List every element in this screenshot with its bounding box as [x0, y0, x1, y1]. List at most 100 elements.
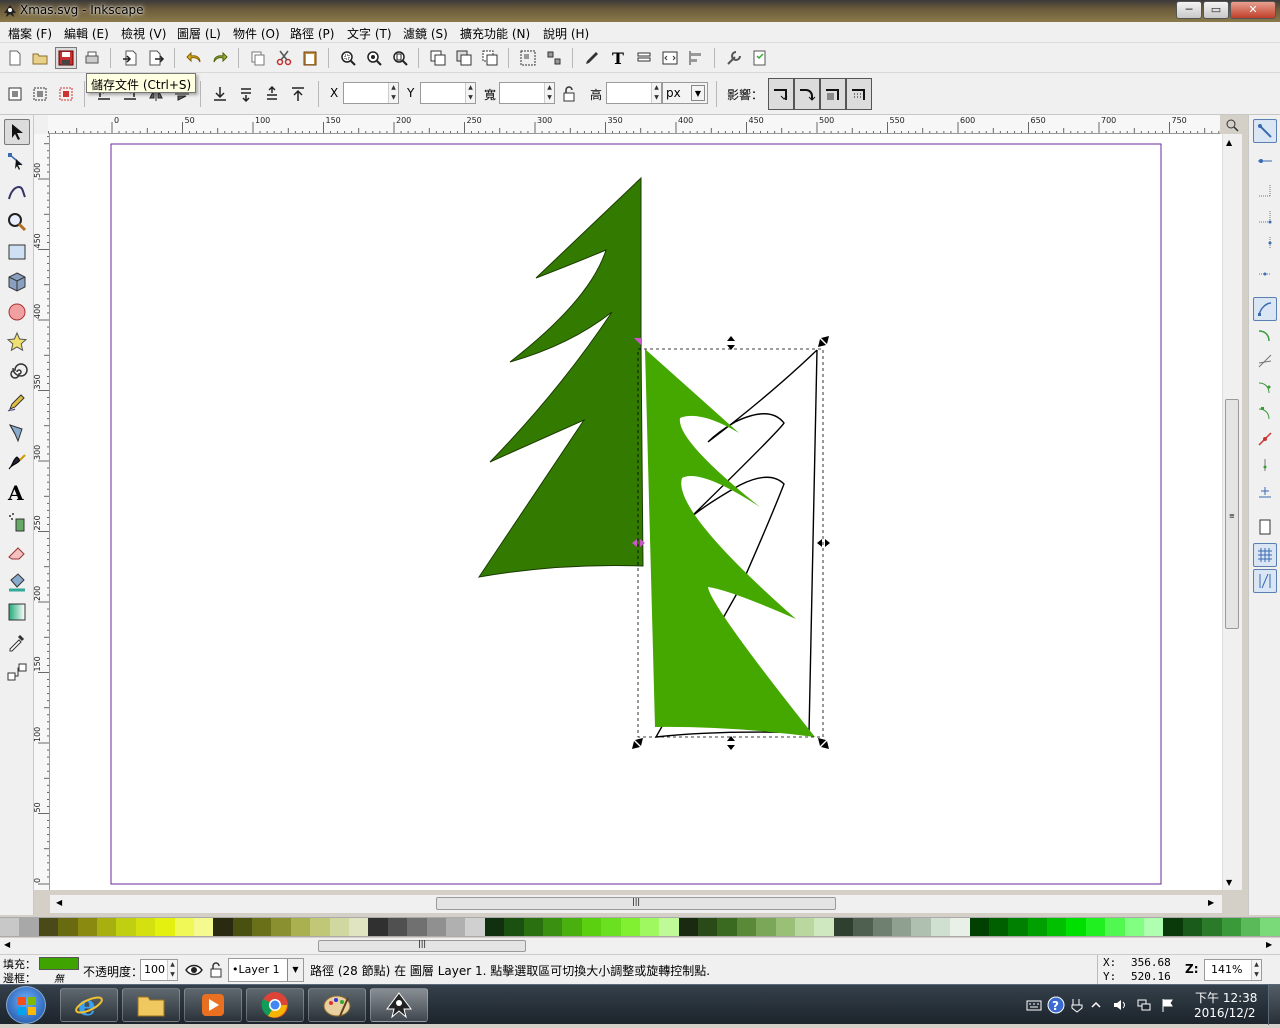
- snap-rotation-center[interactable]: [1253, 479, 1277, 503]
- xml-editor-button[interactable]: [659, 47, 681, 69]
- palette-scroll-right-arrow-icon[interactable]: ▶: [1266, 940, 1272, 949]
- unlink-clone-button[interactable]: [479, 47, 501, 69]
- taskbar-internet-explorer[interactable]: e: [60, 988, 118, 1022]
- palette-swatch[interactable]: [310, 918, 330, 936]
- palette-swatch[interactable]: [523, 918, 543, 936]
- palette-swatch[interactable]: [833, 918, 854, 936]
- snap-bbox-midpoint[interactable]: [1253, 231, 1277, 255]
- tweak-tool[interactable]: [4, 179, 30, 205]
- snap-bbox[interactable]: [1253, 153, 1277, 177]
- palette-swatch[interactable]: [407, 918, 427, 936]
- network-tray-icon[interactable]: [1136, 997, 1152, 1013]
- taskbar-file-explorer[interactable]: [122, 988, 180, 1022]
- y-input[interactable]: ▲ ▼: [420, 82, 476, 104]
- unit-select[interactable]: px ▼: [662, 82, 708, 104]
- palette-swatch[interactable]: [891, 918, 912, 936]
- preferences-button[interactable]: [723, 47, 745, 69]
- import-button[interactable]: [119, 47, 141, 69]
- palette-swatch[interactable]: [465, 918, 485, 936]
- palette-swatch[interactable]: [329, 918, 350, 936]
- duplicate-button[interactable]: [427, 47, 449, 69]
- palette-swatch[interactable]: [1124, 918, 1145, 936]
- snap-page-border[interactable]: [1253, 515, 1277, 539]
- snap-smooth-nodes[interactable]: [1253, 401, 1277, 425]
- palette-swatch[interactable]: [349, 918, 369, 936]
- pen-input-tray-icon[interactable]: [1070, 997, 1084, 1013]
- scroll-right-arrow-icon[interactable]: ▶: [1208, 898, 1214, 907]
- snap-cusp-nodes[interactable]: [1253, 375, 1277, 399]
- palette-swatch[interactable]: [562, 918, 582, 936]
- fill-stroke-button[interactable]: [581, 47, 603, 69]
- fill-color-swatch[interactable]: [39, 957, 79, 970]
- menu-view[interactable]: 檢視 (V): [121, 25, 166, 42]
- scroll-up-arrow-icon[interactable]: ▲: [1226, 138, 1232, 147]
- palette-swatch[interactable]: [853, 918, 873, 936]
- zoom-corner-button[interactable]: [1222, 115, 1242, 134]
- zoom-drawing-button[interactable]: [363, 47, 385, 69]
- palette-swatch[interactable]: [601, 918, 621, 936]
- snap-bbox-center[interactable]: [1253, 257, 1277, 281]
- vertical-ruler[interactable]: 0501001502002503003504004505005506006507…: [34, 134, 50, 890]
- palette-swatch[interactable]: [1260, 918, 1280, 936]
- palette-swatch[interactable]: [969, 918, 989, 936]
- palette-swatch[interactable]: [77, 918, 97, 936]
- taskbar-time[interactable]: 下午 12:38: [1195, 989, 1257, 1006]
- pencil-tool[interactable]: [4, 389, 30, 415]
- palette-swatch[interactable]: [135, 918, 156, 936]
- taskbar-chrome[interactable]: [246, 988, 304, 1022]
- taskbar-paint[interactable]: [308, 988, 366, 1022]
- taskbar-date[interactable]: 2016/12/2: [1194, 1006, 1256, 1020]
- star-tool[interactable]: [4, 329, 30, 355]
- palette-scroll-left-arrow-icon[interactable]: ◀: [4, 940, 10, 949]
- move-gradients-toggle[interactable]: [820, 78, 846, 110]
- horizontal-ruler[interactable]: 0 50 100 150 200 250 300 350 400 450 500 550 600 650 7…: [48, 115, 1220, 134]
- palette-swatch[interactable]: [116, 918, 136, 936]
- palette-swatch[interactable]: [736, 918, 757, 936]
- show-hidden-icons-arrow-icon[interactable]: [1090, 999, 1102, 1011]
- width-spinner-arrows[interactable]: ▲ ▼: [544, 83, 554, 103]
- palette-swatch[interactable]: [174, 918, 194, 936]
- palette-swatch[interactable]: [1182, 918, 1203, 936]
- clone-button[interactable]: [453, 47, 475, 69]
- move-patterns-toggle[interactable]: [846, 78, 872, 110]
- color-palette[interactable]: [0, 917, 1280, 937]
- layer-dropdown-arrow-icon[interactable]: ▼: [287, 959, 303, 981]
- taskbar-media-player[interactable]: [184, 988, 242, 1022]
- palette-swatch[interactable]: [96, 918, 117, 936]
- palette-swatch[interactable]: [698, 918, 718, 936]
- palette-scroll-thumb[interactable]: |||: [318, 939, 526, 952]
- menu-filters[interactable]: 濾鏡 (S): [403, 25, 448, 42]
- menu-path[interactable]: 路徑 (P): [290, 25, 334, 42]
- text-font-button[interactable]: T: [607, 47, 629, 69]
- rectangle-tool[interactable]: [4, 239, 30, 265]
- menu-layer[interactable]: 圖層 (L): [177, 25, 221, 42]
- height-spinner-arrows[interactable]: ▲ ▼: [651, 83, 661, 103]
- gradient-tool[interactable]: [4, 599, 30, 625]
- palette-swatch[interactable]: [678, 918, 699, 936]
- palette-swatch[interactable]: [1241, 918, 1261, 936]
- pen-tool[interactable]: [4, 419, 30, 445]
- redo-button[interactable]: [209, 47, 231, 69]
- dropper-tool[interactable]: [4, 629, 30, 655]
- snap-midpoints[interactable]: [1253, 427, 1277, 451]
- zoom-spinner-arrows[interactable]: ▲ ▼: [1251, 960, 1261, 980]
- layers-button[interactable]: [633, 47, 655, 69]
- x-spinner-arrows[interactable]: ▲ ▼: [388, 83, 398, 103]
- width-input[interactable]: ▲ ▼: [499, 82, 555, 104]
- paint-bucket-tool[interactable]: [4, 569, 30, 595]
- palette-swatch[interactable]: [387, 918, 408, 936]
- snap-grid[interactable]: [1253, 543, 1277, 567]
- vertical-scroll-thumb[interactable]: ≡: [1225, 399, 1239, 629]
- copy-button[interactable]: [247, 47, 269, 69]
- align-distribute-button[interactable]: [685, 47, 707, 69]
- zoom-page-button[interactable]: [389, 47, 411, 69]
- opacity-spinner-arrows[interactable]: ▲ ▼: [167, 960, 177, 980]
- zoom-input[interactable]: 141% ▲ ▼: [1204, 959, 1262, 981]
- palette-swatch[interactable]: [659, 918, 679, 936]
- eraser-tool[interactable]: [4, 539, 30, 565]
- raise-button[interactable]: [261, 83, 283, 105]
- layer-visibility-toggle[interactable]: [183, 959, 205, 981]
- palette-swatch[interactable]: [814, 918, 834, 936]
- palette-swatch[interactable]: [426, 918, 446, 936]
- snap-guides[interactable]: [1253, 569, 1277, 593]
